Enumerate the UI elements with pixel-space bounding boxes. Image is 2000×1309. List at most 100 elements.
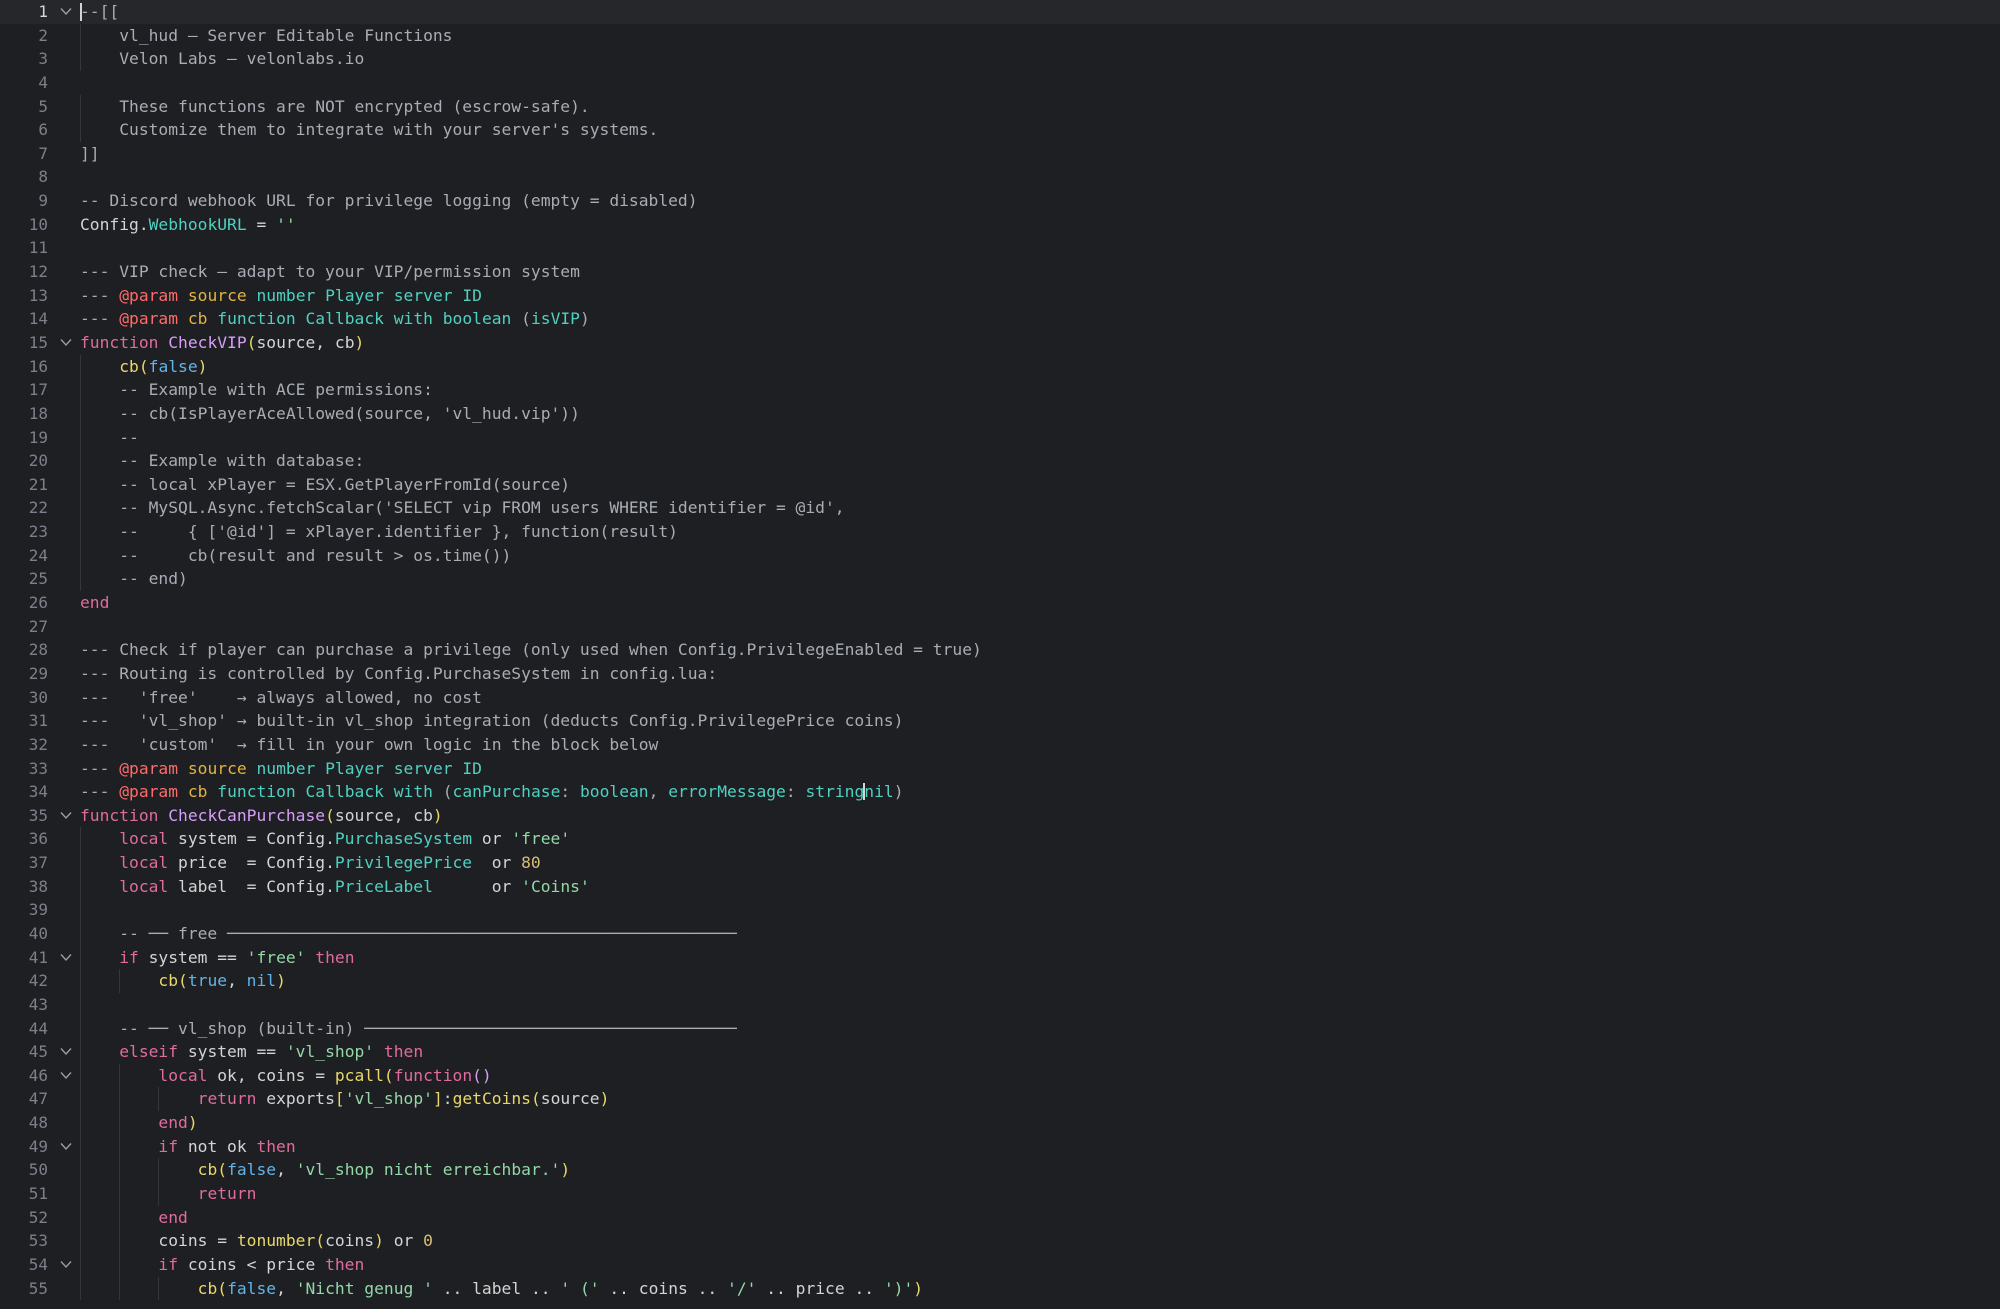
line-number[interactable]: 3 (0, 47, 48, 71)
line-number[interactable]: 39 (0, 898, 48, 922)
code-line[interactable]: 21 -- local xPlayer = ESX.GetPlayerFromI… (0, 472, 2000, 497)
code-line[interactable]: 52 end (0, 1205, 2000, 1230)
code-line[interactable]: 32 --- 'custom' → fill in your own logic … (0, 733, 2000, 757)
line-number[interactable]: 32 (0, 733, 48, 757)
fold-chevron-icon[interactable] (60, 1047, 72, 1056)
code-text[interactable]: -- cb(IsPlayerAceAllowed(source, 'vl_hud… (80, 402, 580, 426)
code-line[interactable]: 5 These functions are NOT encrypted (esc… (0, 94, 2000, 119)
line-number[interactable]: 20 (0, 449, 48, 473)
line-number[interactable]: 55 (0, 1277, 48, 1301)
line-number[interactable]: 31 (0, 709, 48, 733)
code-line[interactable]: 9 -- Discord webhook URL for privilege lo… (0, 189, 2000, 213)
code-line[interactable]: 37 local price = Config.PrivilegePrice o… (0, 851, 2000, 875)
code-line[interactable]: 35 function CheckCanPurchase(source, cb) (0, 804, 2000, 828)
line-number[interactable]: 23 (0, 520, 48, 544)
code-line[interactable]: 28 --- Check if player can purchase a pri… (0, 638, 2000, 662)
fold-chevron-icon[interactable] (60, 1260, 72, 1269)
line-number[interactable]: 21 (0, 473, 48, 497)
code-line[interactable]: 24 -- cb(result and result > os.time()) (0, 543, 2000, 568)
code-line[interactable]: 29 --- Routing is controlled by Config.Pu… (0, 662, 2000, 686)
line-number[interactable]: 8 (0, 165, 48, 189)
line-number[interactable]: 17 (0, 378, 48, 402)
code-line[interactable]: 11 (0, 236, 2000, 260)
code-line[interactable]: 2 vl_hud — Server Editable Functions (0, 23, 2000, 48)
code-line[interactable]: 7]] (0, 142, 2000, 166)
fold-chevron-icon[interactable] (60, 811, 72, 820)
line-number[interactable]: 42 (0, 969, 48, 993)
line-number[interactable]: 27 (0, 615, 48, 639)
line-number[interactable]: 41 (0, 946, 48, 970)
code-line[interactable]: 31 --- 'vl_shop' → built-in vl_shop integ… (0, 709, 2000, 733)
code-line[interactable]: 33 --- @param source number Player server… (0, 757, 2000, 781)
code-line[interactable]: 20 -- Example with database: (0, 449, 2000, 473)
code-text[interactable]: -- (80, 426, 139, 450)
code-line[interactable]: 26 end (0, 591, 2000, 615)
code-text[interactable]: return (80, 1182, 257, 1206)
code-line[interactable]: 17 -- Example with ACE permissions: (0, 378, 2000, 402)
line-number[interactable]: 29 (0, 662, 48, 686)
code-text[interactable]: cb(false, 'Nicht genug ' .. label .. ' (… (80, 1277, 923, 1301)
code-text[interactable]: --- 'free' → always allowed, no cost (80, 686, 482, 710)
code-text[interactable]: Config.WebhookURL = '' (80, 213, 296, 237)
line-number[interactable]: 10 (0, 213, 48, 237)
code-text[interactable]: --- 'custom' → fill in your own logic in… (80, 733, 658, 757)
fold-chevron-icon[interactable] (60, 338, 72, 347)
code-line[interactable]: 39 (0, 898, 2000, 922)
code-line[interactable]: 45 elseif system == 'vl_shop' then (0, 1040, 2000, 1064)
code-text[interactable]: local label = Config.PriceLabel or 'Coin… (80, 875, 590, 899)
line-number[interactable]: 1 (0, 0, 48, 24)
code-text[interactable]: --- VIP check — adapt to your VIP/permis… (80, 260, 580, 284)
code-text[interactable]: -- ── vl_shop (built-in) ───────────────… (80, 1017, 737, 1041)
code-line[interactable]: 25 -- end) (0, 567, 2000, 592)
code-text[interactable]: --[[ (80, 0, 119, 24)
code-text[interactable]: --- Check if player can purchase a privi… (80, 638, 982, 662)
code-text[interactable]: function CheckCanPurchase(source, cb) (80, 804, 443, 828)
line-number[interactable]: 6 (0, 118, 48, 142)
code-text[interactable]: -- Discord webhook URL for privilege log… (80, 189, 698, 213)
code-line[interactable]: 50 cb(false, 'vl_shop nicht erreichbar.'… (0, 1158, 2000, 1183)
code-text[interactable]: function CheckVIP(source, cb) (80, 331, 364, 355)
line-number[interactable]: 43 (0, 993, 48, 1017)
code-text[interactable]: local system = Config.PurchaseSystem or … (80, 827, 570, 851)
code-text[interactable]: end (80, 591, 109, 615)
code-line[interactable]: 30 --- 'free' → always allowed, no cost (0, 686, 2000, 710)
code-line[interactable]: 19 -- (0, 425, 2000, 450)
code-text[interactable]: --- 'vl_shop' → built-in vl_shop integra… (80, 709, 903, 733)
code-text[interactable]: elseif system == 'vl_shop' then (80, 1040, 423, 1064)
code-text[interactable]: vl_hud — Server Editable Functions (80, 24, 452, 48)
line-number[interactable]: 9 (0, 189, 48, 213)
code-line[interactable]: 1 --[[ (0, 0, 2000, 24)
code-text[interactable]: return exports['vl_shop']:getCoins(sourc… (80, 1087, 610, 1111)
line-number[interactable]: 13 (0, 284, 48, 308)
code-text[interactable]: --- @param source number Player server I… (80, 284, 482, 308)
code-line[interactable]: 41 if system == 'free' then (0, 945, 2000, 970)
code-text[interactable]: if system == 'free' then (80, 946, 354, 970)
line-number[interactable]: 30 (0, 686, 48, 710)
line-number[interactable]: 50 (0, 1158, 48, 1182)
line-number[interactable]: 38 (0, 875, 48, 899)
line-number[interactable]: 11 (0, 236, 48, 260)
code-text[interactable]: cb(true, nil) (80, 969, 285, 993)
line-number[interactable]: 37 (0, 851, 48, 875)
code-line[interactable]: 43 (0, 992, 2000, 1017)
code-line[interactable]: 55 cb(false, 'Nicht genug ' .. label .. … (0, 1276, 2000, 1301)
line-number[interactable]: 51 (0, 1182, 48, 1206)
fold-chevron-icon[interactable] (60, 1071, 72, 1080)
line-number[interactable]: 33 (0, 757, 48, 781)
line-number[interactable]: 35 (0, 804, 48, 828)
code-line[interactable]: 10 Config.WebhookURL = '' (0, 213, 2000, 237)
line-number[interactable]: 28 (0, 638, 48, 662)
code-line[interactable]: 18 -- cb(IsPlayerAceAllowed(source, 'vl_… (0, 401, 2000, 426)
code-text[interactable]: Customize them to integrate with your se… (80, 118, 658, 142)
line-number[interactable]: 22 (0, 496, 48, 520)
code-line[interactable]: 46 local ok, coins = pcall(function() (0, 1063, 2000, 1088)
code-text[interactable]: -- Example with ACE permissions: (80, 378, 433, 402)
line-number[interactable]: 7 (0, 142, 48, 166)
line-number[interactable]: 2 (0, 24, 48, 48)
code-line[interactable]: 38 local label = Config.PriceLabel or 'C… (0, 874, 2000, 899)
fold-chevron-icon[interactable] (60, 7, 72, 16)
line-number[interactable]: 26 (0, 591, 48, 615)
code-text[interactable]: if coins < price then (80, 1253, 364, 1277)
code-line[interactable]: 48 end) (0, 1111, 2000, 1135)
code-line[interactable]: 44 -- ── vl_shop (built-in) ────────────… (0, 1016, 2000, 1041)
